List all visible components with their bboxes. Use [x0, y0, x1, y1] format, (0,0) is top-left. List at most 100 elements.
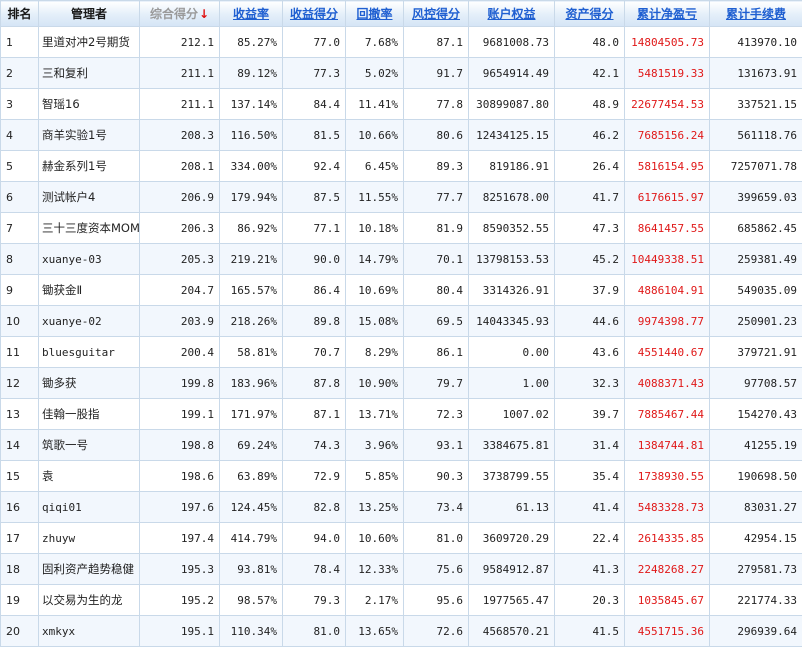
cell-drawdown: 10.90% [345, 367, 404, 399]
cell-equity: 30899087.80 [468, 88, 555, 120]
cell-asset-score: 48.9 [554, 88, 625, 120]
table-row: 8 xuanye-03 205.3 219.21% 90.0 14.79% 70.1 1379… [0, 243, 802, 275]
cell-cum-fee: 549035.09 [709, 274, 802, 306]
cell-risk-score: 81.0 [403, 522, 469, 554]
column-header-label: 综合得分 [149, 7, 198, 21]
table-row: 9 锄获金Ⅱ 204.7 165.57% 86.4 10.69% 80.4 3314326.9… [0, 274, 802, 306]
cell-total-score: 195.1 [139, 615, 220, 647]
cell-risk-score: 86.1 [403, 336, 469, 368]
cell-cum-fee: 259381.49 [709, 243, 802, 275]
column-header-total-score[interactable]: 综合得分↓ [139, 0, 220, 27]
cell-cum-fee: 685862.45 [709, 212, 802, 244]
table-row: 18 固利资产趋势稳健 195.3 93.81% 78.4 12.33% 75.6 95849… [0, 553, 802, 585]
column-header-label: 风控得分 [411, 7, 460, 21]
cell-cum-fee: 399659.03 [709, 181, 802, 213]
cell-risk-score: 75.6 [403, 553, 469, 585]
cell-risk-score: 72.6 [403, 615, 469, 647]
cell-cum-fee: 296939.64 [709, 615, 802, 647]
cell-total-score: 199.1 [139, 398, 220, 430]
table-row: 7 三十三度资本MOM 206.3 86.92% 77.1 10.18% 81.9 85903… [0, 212, 802, 244]
cell-drawdown: 12.33% [345, 553, 404, 585]
cell-asset-score: 45.2 [554, 243, 625, 275]
cell-asset-score: 22.4 [554, 522, 625, 554]
table-row: 3 智瑶16 211.1 137.14% 84.4 11.41% 77.8 30899087.… [0, 88, 802, 120]
cell-cum-fee: 190698.50 [709, 460, 802, 492]
cell-cum-profit: 2614335.85 [624, 522, 710, 554]
cell-cum-fee: 561118.76 [709, 119, 802, 151]
cell-total-score: 198.8 [139, 429, 220, 461]
cell-equity: 1977565.47 [468, 584, 555, 616]
cell-cum-profit: 7885467.44 [624, 398, 710, 430]
cell-manager: 锄多获 [38, 367, 140, 399]
cell-return-rate: 334.00% [219, 150, 283, 182]
cell-rank: 18 [0, 553, 39, 585]
cell-drawdown: 13.71% [345, 398, 404, 430]
cell-equity: 3609720.29 [468, 522, 555, 554]
cell-return-rate: 58.81% [219, 336, 283, 368]
cell-total-score: 206.3 [139, 212, 220, 244]
cell-return-rate: 124.45% [219, 491, 283, 523]
cell-return-score: 82.8 [282, 491, 346, 523]
cell-return-score: 81.5 [282, 119, 346, 151]
column-header-label: 账户权益 [487, 7, 536, 21]
cell-return-score: 87.1 [282, 398, 346, 430]
table-row: 1 里道对冲2号期货 212.1 85.27% 77.0 7.68% 87.1 9681008… [0, 26, 802, 58]
cell-return-rate: 93.81% [219, 553, 283, 585]
cell-manager: 锄获金Ⅱ [38, 274, 140, 306]
cell-risk-score: 70.1 [403, 243, 469, 275]
cell-cum-fee: 83031.27 [709, 491, 802, 523]
cell-risk-score: 80.4 [403, 274, 469, 306]
cell-rank: 15 [0, 460, 39, 492]
table-row: 5 赫金系列1号 208.1 334.00% 92.4 6.45% 89.3 819186.9… [0, 150, 802, 182]
cell-equity: 3738799.55 [468, 460, 555, 492]
cell-manager: 固利资产趋势稳健 [38, 553, 140, 585]
column-header-label: 累计净盈亏 [636, 7, 697, 21]
cell-rank: 16 [0, 491, 39, 523]
column-header-cum-profit[interactable]: 累计净盈亏 [624, 0, 710, 27]
cell-drawdown: 7.68% [345, 26, 404, 58]
column-header-label: 收益得分 [289, 7, 338, 21]
cell-risk-score: 69.5 [403, 305, 469, 337]
cell-total-score: 203.9 [139, 305, 220, 337]
cell-total-score: 208.3 [139, 119, 220, 151]
cell-return-rate: 89.12% [219, 57, 283, 89]
cell-cum-fee: 250901.23 [709, 305, 802, 337]
cell-equity: 4568570.21 [468, 615, 555, 647]
sort-descending-icon[interactable]: ↓ [199, 7, 209, 21]
cell-total-score: 205.3 [139, 243, 220, 275]
cell-equity: 12434125.15 [468, 119, 555, 151]
column-header-risk-score[interactable]: 风控得分 [403, 0, 469, 27]
cell-drawdown: 8.29% [345, 336, 404, 368]
column-header-cum-fee[interactable]: 累计手续费 [709, 0, 802, 27]
cell-return-rate: 69.24% [219, 429, 283, 461]
cell-total-score: 200.4 [139, 336, 220, 368]
cell-drawdown: 5.02% [345, 57, 404, 89]
cell-equity: 13798153.53 [468, 243, 555, 275]
column-header-return-rate[interactable]: 收益率 [219, 0, 283, 27]
cell-manager: 智瑶16 [38, 88, 140, 120]
column-header-drawdown[interactable]: 回撤率 [345, 0, 404, 27]
cell-cum-fee: 379721.91 [709, 336, 802, 368]
cell-cum-fee: 97708.57 [709, 367, 802, 399]
cell-equity: 8251678.00 [468, 181, 555, 213]
cell-return-score: 78.4 [282, 553, 346, 585]
cell-risk-score: 93.1 [403, 429, 469, 461]
column-header-equity[interactable]: 账户权益 [468, 0, 555, 27]
column-header-label: 管理者 [70, 7, 107, 21]
cell-asset-score: 41.3 [554, 553, 625, 585]
cell-rank: 6 [0, 181, 39, 213]
table-body: 1 里道对冲2号期货 212.1 85.27% 77.0 7.68% 87.1 9681008… [0, 26, 802, 647]
cell-return-rate: 98.57% [219, 584, 283, 616]
cell-drawdown: 11.41% [345, 88, 404, 120]
cell-return-score: 72.9 [282, 460, 346, 492]
table-row: 16 qiqi01 197.6 124.45% 82.8 13.25% 73.4 61.13 4… [0, 491, 802, 523]
table-row: 15 袁 198.6 63.89% 72.9 5.85% 90.3 3738799.55 35.… [0, 460, 802, 492]
cell-total-score: 212.1 [139, 26, 220, 58]
column-header-return-score[interactable]: 收益得分 [282, 0, 346, 27]
column-header-asset-score[interactable]: 资产得分 [554, 0, 625, 27]
cell-cum-profit: 5481519.33 [624, 57, 710, 89]
cell-return-score: 77.0 [282, 26, 346, 58]
cell-cum-profit: 1738930.55 [624, 460, 710, 492]
cell-rank: 9 [0, 274, 39, 306]
cell-cum-profit: 7685156.24 [624, 119, 710, 151]
